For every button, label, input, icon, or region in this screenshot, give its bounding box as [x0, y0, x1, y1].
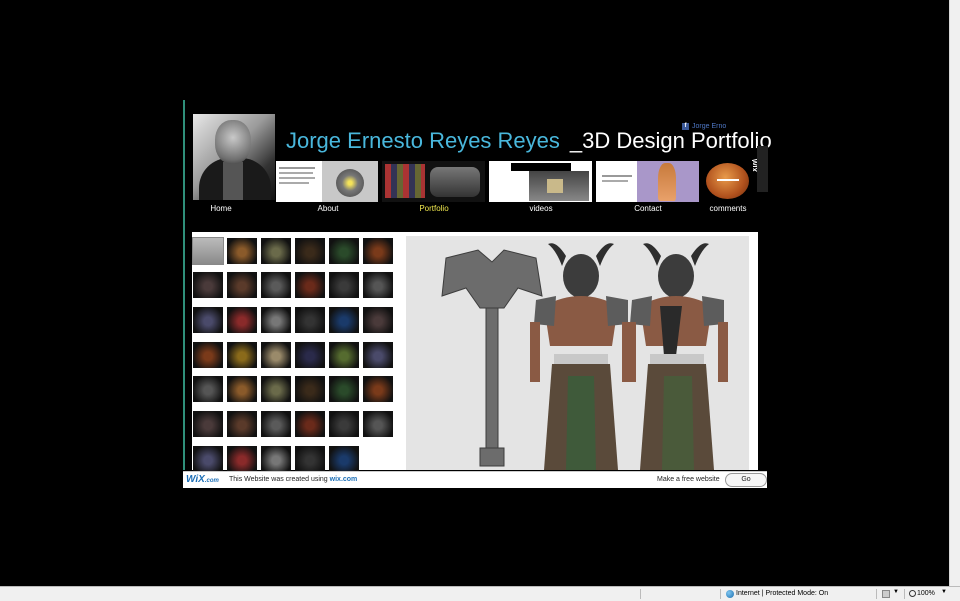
nav-thumb-comments[interactable]	[703, 161, 753, 202]
nav-about[interactable]: About	[288, 204, 368, 213]
featured-image	[406, 236, 749, 470]
nav-thumb-about[interactable]	[276, 161, 378, 202]
nav-portfolio[interactable]: Portfolio	[394, 204, 474, 213]
gallery-thumbnail[interactable]	[193, 446, 223, 472]
wix-promo-bar: WiX.com This Website was created using w…	[183, 471, 767, 488]
gallery-thumbnail[interactable]	[363, 307, 393, 333]
vertical-scrollbar[interactable]	[949, 0, 960, 586]
wix-link[interactable]: wix.com	[330, 476, 358, 483]
nav-comments[interactable]: comments	[688, 204, 768, 213]
gallery-thumbnail[interactable]	[193, 307, 223, 333]
gallery-thumbnail[interactable]	[193, 272, 223, 298]
protected-mode-icon[interactable]	[882, 590, 890, 598]
gallery-thumbnail[interactable]	[329, 238, 359, 264]
globe-icon	[726, 590, 734, 598]
gallery-thumbnail[interactable]	[261, 376, 291, 402]
gallery-thumbnail[interactable]	[329, 411, 359, 437]
gallery-thumbnail[interactable]	[193, 376, 223, 402]
gallery-thumbnail[interactable]	[192, 237, 224, 265]
nav-thumb-videos[interactable]	[489, 161, 592, 202]
chevron-down-icon[interactable]: ▼	[941, 589, 947, 595]
facebook-link[interactable]: f Jorge Erno	[682, 121, 726, 131]
gallery-thumbnail[interactable]	[227, 446, 257, 472]
gallery-thumbnail[interactable]	[363, 342, 393, 368]
gallery-thumbnail[interactable]	[295, 376, 325, 402]
gallery-thumbnail[interactable]	[295, 307, 325, 333]
gallery-thumbnail[interactable]	[227, 376, 257, 402]
gallery-thumbnail[interactable]	[329, 446, 359, 472]
site-name: Jorge Ernesto Reyes Reyes	[286, 128, 560, 153]
gallery-thumbnail[interactable]	[295, 342, 325, 368]
gallery-thumbnail[interactable]	[193, 411, 223, 437]
nav-thumb-contact[interactable]	[596, 161, 699, 202]
chevron-down-icon[interactable]: ▼	[893, 589, 899, 595]
zoom-level[interactable]: 100%	[917, 590, 935, 597]
accent-line	[183, 100, 185, 470]
gallery-thumbnail[interactable]	[329, 376, 359, 402]
site-subtitle: _3D Design Portfolio	[569, 128, 772, 153]
gallery-thumbnail[interactable]	[363, 272, 393, 298]
gallery-thumbnail[interactable]	[295, 446, 325, 472]
gallery-thumbnail[interactable]	[363, 411, 393, 437]
gallery-thumbnail[interactable]	[261, 272, 291, 298]
gallery-thumbnail[interactable]	[261, 446, 291, 472]
gallery-thumbnail[interactable]	[329, 272, 359, 298]
nav-home[interactable]: Home	[181, 204, 261, 213]
gallery-thumbnail[interactable]	[193, 342, 223, 368]
gallery-thumbnail[interactable]	[261, 411, 291, 437]
wix-side-badge[interactable]: WIX	[750, 146, 768, 192]
nav-contact[interactable]: Contact	[608, 204, 688, 213]
security-zone: Internet | Protected Mode: On	[736, 590, 829, 597]
gallery-thumbnail[interactable]	[227, 238, 257, 264]
browser-viewport: Jorge Ernesto Reyes Reyes _3D Design Port…	[0, 0, 949, 586]
gallery-thumbnail[interactable]	[363, 376, 393, 402]
gallery-thumbnail[interactable]	[261, 307, 291, 333]
gallery-thumbnail[interactable]	[227, 342, 257, 368]
gallery-thumbnail[interactable]	[295, 411, 325, 437]
make-free-website-label: Make a free website	[657, 476, 720, 483]
gallery-thumbnail[interactable]	[261, 342, 291, 368]
browser-status-bar: Internet | Protected Mode: On ▼ 100% ▼	[0, 586, 960, 601]
gallery-thumbnail[interactable]	[227, 307, 257, 333]
gallery-thumbnail[interactable]	[329, 307, 359, 333]
gallery-thumbnail[interactable]	[295, 272, 325, 298]
wix-message: This Website was created using wix.com	[229, 476, 358, 483]
gallery-thumbnail[interactable]	[227, 272, 257, 298]
profile-photo	[193, 114, 275, 200]
wix-logo[interactable]: WiX.com	[186, 474, 219, 485]
zoom-icon	[909, 590, 916, 597]
facebook-icon: f	[682, 122, 689, 130]
gallery-thumbnail[interactable]	[227, 411, 257, 437]
nav-videos[interactable]: videos	[501, 204, 581, 213]
site-title: Jorge Ernesto Reyes Reyes _3D Design Port…	[286, 128, 772, 158]
gallery-thumbnail[interactable]	[363, 238, 393, 264]
gallery-thumbnail[interactable]	[261, 238, 291, 264]
facebook-label: Jorge Erno	[692, 122, 727, 130]
go-button[interactable]: Go	[725, 473, 767, 487]
gallery-thumbnail[interactable]	[329, 342, 359, 368]
nav-thumb-portfolio[interactable]	[382, 161, 485, 202]
gallery-thumbnail[interactable]	[295, 238, 325, 264]
